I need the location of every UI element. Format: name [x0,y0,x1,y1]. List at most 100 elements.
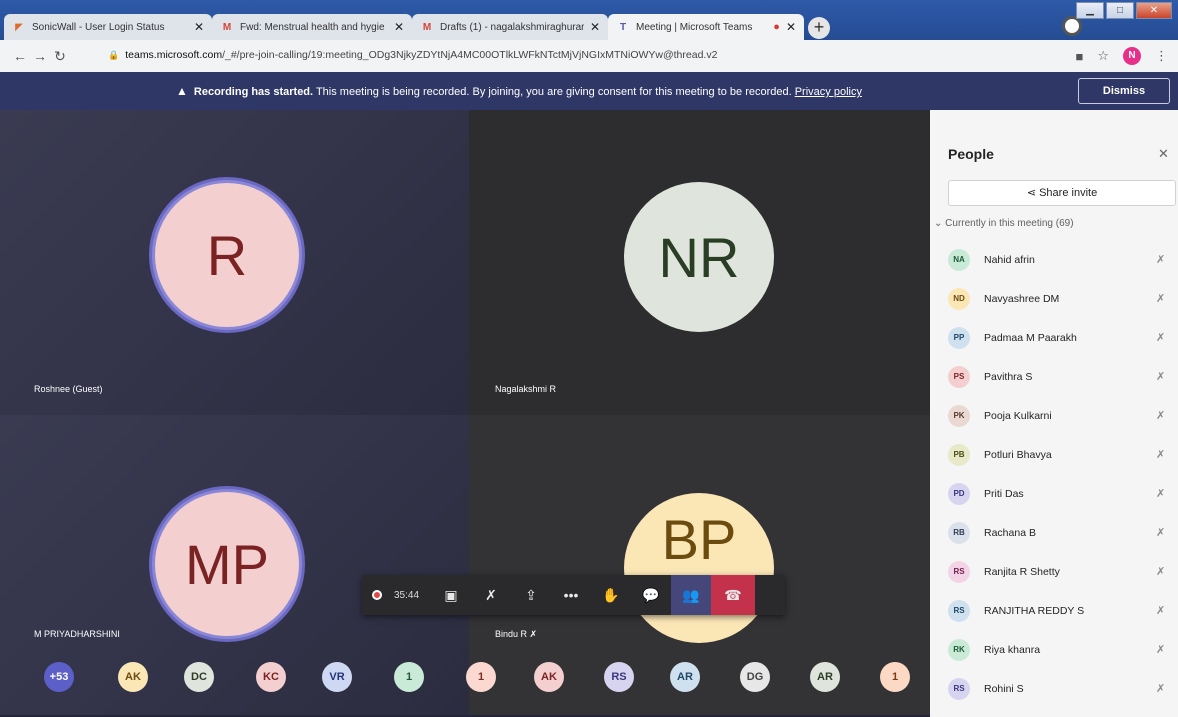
share-screen-button[interactable]: ⇪ [511,575,551,615]
camera-blocked-icon[interactable]: ■ [1075,49,1083,64]
participant-tile[interactable]: R Roshnee (Guest) [0,110,469,415]
muted-mic-icon: ✗ [1156,644,1166,656]
participant-row[interactable]: PS Pavithra S ✗ [930,357,1178,396]
muted-mic-icon: ✗ [1156,488,1166,500]
participant-row[interactable]: NA Nahid afrin ✗ [930,240,1178,279]
participant-name: Navyashree DM [984,292,1060,305]
show-participants-button[interactable]: 👥 [671,575,712,615]
back-arrow-icon[interactable]: ← [10,48,30,64]
overflow-count-badge[interactable]: +53 [44,662,74,692]
recording-banner: ▲ Recording has started. This meeting is … [0,72,1178,110]
participant-row[interactable]: RB Rachana B ✗ [930,513,1178,552]
tab-title: Drafts (1) - nagalakshmiraghurar [440,21,584,33]
participant-row[interactable]: PB Potluri Bhavya ✗ [930,435,1178,474]
muted-mic-icon: ✗ [1156,371,1166,383]
new-tab-button[interactable]: + [808,17,830,39]
star-icon[interactable]: ☆ [1097,48,1109,64]
strip-avatar[interactable]: DG [740,662,770,692]
muted-mic-icon: ✗ [1156,410,1166,422]
tab-teams-meeting[interactable]: T Meeting | Microsoft Teams ● ✕ [608,14,804,40]
participant-row[interactable]: RK Riya khanra ✗ [930,630,1178,669]
muted-mic-icon: ✗ [1156,683,1166,695]
strip-avatar[interactable]: RS [604,662,634,692]
strip-avatar[interactable]: AR [670,662,700,692]
participant-name: Pavithra S [984,370,1033,383]
teams-icon: T [619,21,627,33]
strip-avatar[interactable]: AR [810,662,840,692]
participant-row[interactable]: PD Priti Das ✗ [930,474,1178,513]
meeting-section-header[interactable]: ⌄ Currently in this meeting (69) [934,218,1074,229]
participant-avatar: RK [948,638,970,661]
gmail-icon: M [222,21,232,33]
close-icon[interactable]: ✕ [590,20,600,34]
strip-avatar[interactable]: DC [184,662,214,692]
panel-title: People [948,146,994,162]
tab-gmail-drafts[interactable]: M Drafts (1) - nagalakshmiraghurar ✕ [412,14,608,40]
muted-mic-icon: ✗ [1156,332,1166,344]
forward-arrow-icon[interactable]: → [30,48,50,64]
tab-gmail-fwd[interactable]: M Fwd: Menstrual health and hygie ✕ [212,14,412,40]
participant-avatar: RS [948,599,970,622]
window-close-button[interactable]: ✕ [1136,2,1172,19]
participant-row[interactable]: ND Navyashree DM ✗ [930,279,1178,318]
tab-title: Fwd: Menstrual health and hygie [240,21,385,33]
ellipsis-icon: ••• [563,587,579,603]
strip-avatar[interactable]: 1 [394,662,424,692]
minimize-button[interactable]: ▁ [1076,2,1104,19]
muted-mic-icon: ✗ [1156,449,1166,461]
people-panel: People ✕ ⋖ Share invite ⌄ Currently in t… [930,110,1178,717]
participant-row[interactable]: PP Padmaa M Paarakh ✗ [930,318,1178,357]
more-menu-icon[interactable]: ⋮ [1155,48,1168,64]
muted-mic-icon: ✗ [1156,566,1166,578]
muted-mic-icon: ✗ [1156,254,1166,266]
participant-row[interactable]: PK Pooja Kulkarni ✗ [930,396,1178,435]
participant-name: M PRIYADHARSHINI [34,629,120,639]
camera-off-button[interactable]: ▣ [431,575,471,615]
participant-row[interactable]: RS RANJITHA REDDY S ✗ [930,591,1178,630]
share-invite-button[interactable]: ⋖ Share invite [948,180,1176,206]
more-actions-button[interactable]: ••• [551,575,591,615]
browser-profile-icon[interactable] [1062,16,1082,36]
share-invite-label: Share invite [1039,187,1098,199]
participant-row[interactable]: RS Ranjita R Shetty ✗ [930,552,1178,591]
participant-row[interactable]: RS Rohini S ✗ [930,669,1178,708]
strip-avatar[interactable]: KC [256,662,286,692]
participant-avatar: R [152,180,302,330]
recording-consent-text: This meeting is being recorded. By joini… [313,86,795,98]
mic-off-icon: ✗ [485,586,497,603]
recording-message: ▲ Recording has started. This meeting is … [176,84,862,98]
phone-hangup-icon: ☎ [724,586,742,603]
strip-avatar[interactable]: VR [322,662,352,692]
strip-avatar[interactable]: AK [118,662,148,692]
close-icon[interactable]: ✕ [786,20,796,34]
participant-name: Bindu R [495,629,528,639]
strip-avatar[interactable]: 1 [466,662,496,692]
participant-tile[interactable]: NR Nagalakshmi R [469,110,930,415]
participant-name: Padmaa M Paarakh [984,331,1077,344]
chat-button[interactable]: 💬 [631,575,671,615]
strip-avatar[interactable]: 1 [880,662,910,692]
participant-avatar: NR [624,182,774,332]
close-icon[interactable]: ✕ [394,20,404,34]
privacy-policy-link[interactable]: Privacy policy [795,86,862,98]
hang-up-button[interactable]: ☎ [711,575,756,615]
browser-tab-strip: ◤ SonicWall - User Login Status ✕ M Fwd:… [0,0,1178,40]
mute-button[interactable]: ✗ [471,575,511,615]
meeting-control-bar: 35:44 ▣ ✗ ⇪ ••• ✋ 💬 👥 ☎ [362,575,785,615]
gmail-icon: M [422,21,432,33]
participant-avatar: RB [948,521,970,544]
url-field[interactable]: 🔒 teams.microsoft.com/_#/pre-join-calling… [108,49,717,61]
raise-hand-button[interactable]: ✋ [591,575,631,615]
participant-avatar: PS [948,365,970,388]
strip-avatar[interactable]: AK [534,662,564,692]
dismiss-button[interactable]: Dismiss [1078,78,1170,104]
maximize-button[interactable]: □ [1106,2,1134,19]
participant-avatar: PK [948,404,970,427]
profile-avatar[interactable]: N [1123,47,1141,65]
participant-avatar: NA [948,248,970,271]
tab-sonicwall[interactable]: ◤ SonicWall - User Login Status ✕ [4,14,212,40]
close-panel-icon[interactable]: ✕ [1158,146,1169,162]
muted-mic-icon: ✗ [1156,605,1166,617]
close-icon[interactable]: ✕ [194,20,204,34]
reload-icon[interactable]: ↻ [50,48,70,65]
